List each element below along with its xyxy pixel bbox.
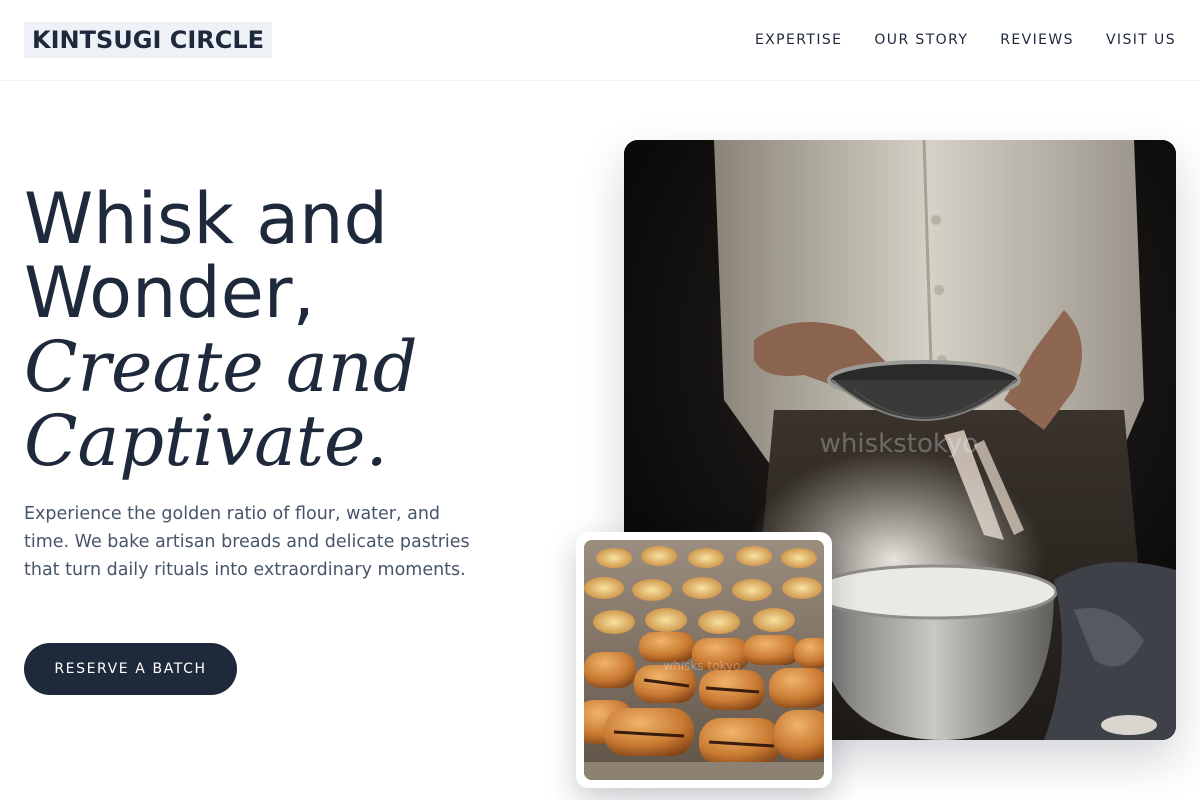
watermark-text: whiskstokyo: [820, 429, 979, 459]
tart-row: [584, 546, 822, 634]
croissant-image-card: whisks tokyo: [576, 532, 832, 788]
hero-italic-line-1: Create and: [24, 326, 418, 408]
hero-italic-line-2: Captivate.: [24, 400, 388, 482]
hero-title: Whisk and Wonder,: [24, 182, 494, 330]
hero-description: Experience the golden ratio of flour, wa…: [24, 504, 470, 580]
top-navbar: KINTSUGI CIRCLE EXPERTISE OUR STORY REVI…: [0, 0, 1200, 81]
hero-headline: Whisk and Wonder, Create and Captivate.: [24, 182, 494, 478]
main-nav: EXPERTISE OUR STORY REVIEWS VISIT US: [755, 30, 1176, 50]
brand-logo[interactable]: KINTSUGI CIRCLE: [24, 22, 273, 58]
hero-title-line-2: Wonder,: [24, 252, 315, 334]
hero-subtitle-italic: Create and Captivate.: [24, 330, 494, 478]
nav-link-our-story[interactable]: OUR STORY: [874, 30, 968, 50]
croissant-tray-illustration: whisks tokyo: [584, 540, 824, 780]
reserve-batch-button[interactable]: RESERVE A BATCH: [24, 643, 237, 695]
nav-link-visit-us[interactable]: VISIT US: [1106, 30, 1176, 50]
croissant-photo: whisks tokyo: [584, 540, 824, 780]
nav-link-reviews[interactable]: REVIEWS: [1000, 30, 1074, 50]
watermark-text-small: whisks tokyo: [663, 659, 740, 673]
nav-link-expertise[interactable]: EXPERTISE: [755, 30, 842, 50]
hero-title-line-1: Whisk and: [24, 178, 388, 260]
